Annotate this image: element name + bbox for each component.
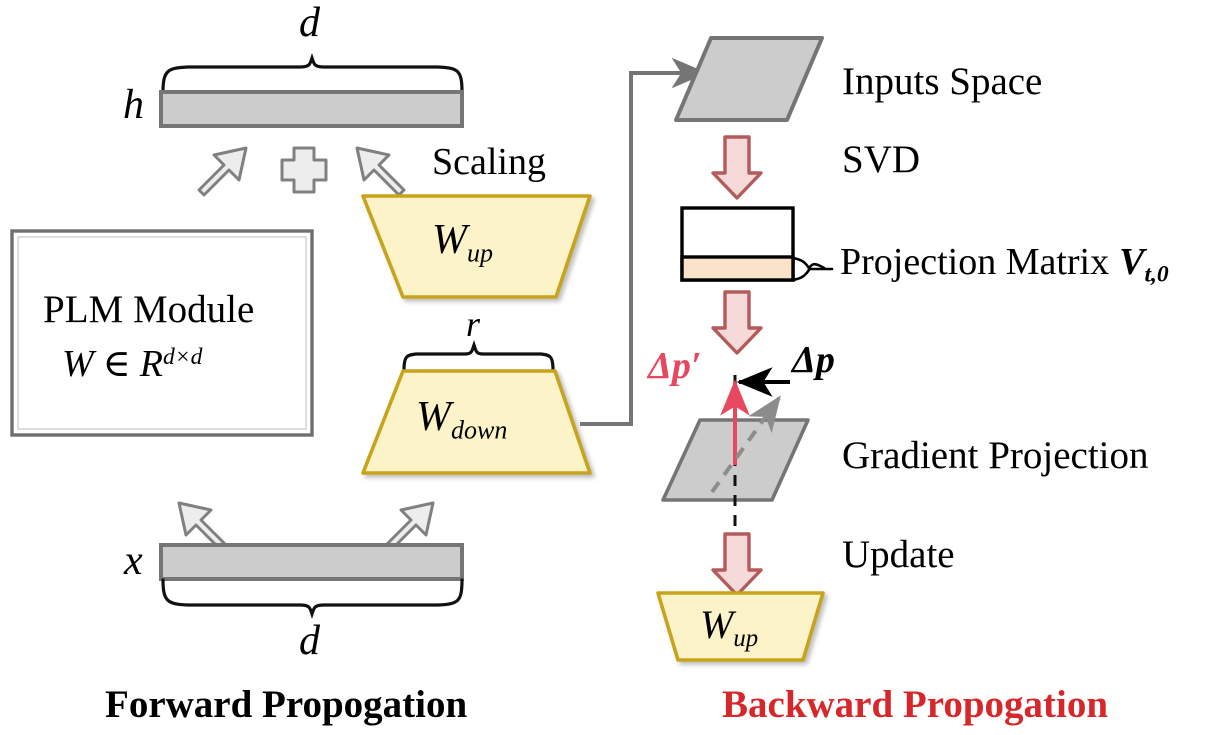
update-label: Update	[842, 533, 955, 576]
w-up-subscript-forward: up	[467, 238, 494, 268]
w-up-base-backward: W	[700, 602, 734, 647]
w-up-base-forward: W	[432, 217, 467, 263]
plm-module-formula: W ∈ Rd×d	[62, 345, 202, 383]
input-vector-label: x	[124, 538, 143, 584]
projection-matrix-pointer-brace	[791, 256, 834, 282]
w-down-subscript: down	[451, 415, 508, 445]
brace-label-r: r	[466, 304, 481, 344]
brace-d-bottom	[161, 578, 464, 620]
projection-matrix-text: Projection Matrix	[840, 241, 1110, 283]
block-arrow-up-right-icon	[197, 146, 248, 197]
brace-d-top	[161, 52, 464, 94]
hidden-state-label: h	[123, 82, 144, 128]
hidden-state-bar	[159, 90, 464, 128]
plm-formula-r: R	[139, 343, 164, 385]
diagram-canvas: d h Scaling PLM Module W ∈ Rd×d Wup r Wdow…	[0, 0, 1217, 735]
projection-matrix-label: Projection Matrix Vt,0	[840, 243, 1169, 287]
block-arrow-up-left-bottom-icon	[177, 501, 228, 552]
brace-label-d-bottom: d	[299, 618, 320, 664]
w-up-label-backward: Wup	[700, 605, 758, 652]
delta-p-label: Δp	[792, 339, 835, 381]
inputs-space-parallelogram	[674, 36, 824, 122]
backward-propagation-title: Backward Propogation	[722, 683, 1109, 726]
inputs-space-label: Inputs Space	[842, 60, 1043, 103]
svd-label: SVD	[842, 138, 921, 181]
plm-module-box	[10, 229, 314, 437]
w-up-subscript-backward: up	[733, 624, 759, 652]
delta-p-prime-label: Δp′	[648, 345, 702, 387]
pink-arrow-svd-icon	[711, 135, 763, 200]
forward-propagation-title: Forward Propogation	[105, 683, 468, 726]
plus-block-icon	[280, 146, 328, 194]
plm-formula-exponent: d×d	[163, 344, 203, 371]
block-arrow-up-right-bottom-icon	[384, 501, 435, 552]
w-down-label: Wdown	[416, 396, 507, 443]
gradient-projection-label: Gradient Projection	[842, 434, 1149, 477]
projection-matrix-symbol: V	[1119, 241, 1145, 283]
projection-matrix-box	[680, 206, 795, 282]
pink-arrow-project-icon	[711, 290, 763, 355]
plm-formula-in: ∈	[102, 343, 131, 385]
w-up-label-forward: Wup	[432, 219, 493, 266]
pink-arrow-update-icon	[711, 532, 763, 597]
block-arrow-up-left-icon	[355, 146, 406, 197]
plm-formula-w: W	[62, 343, 94, 385]
brace-label-d-top: d	[299, 0, 320, 46]
brace-r	[402, 339, 555, 372]
scaling-label: Scaling	[432, 141, 546, 183]
projection-matrix-subscript: t,0	[1144, 261, 1169, 288]
input-vector-bar	[159, 543, 464, 581]
w-down-base: W	[416, 394, 451, 440]
plm-module-title: PLM Module	[43, 288, 255, 331]
